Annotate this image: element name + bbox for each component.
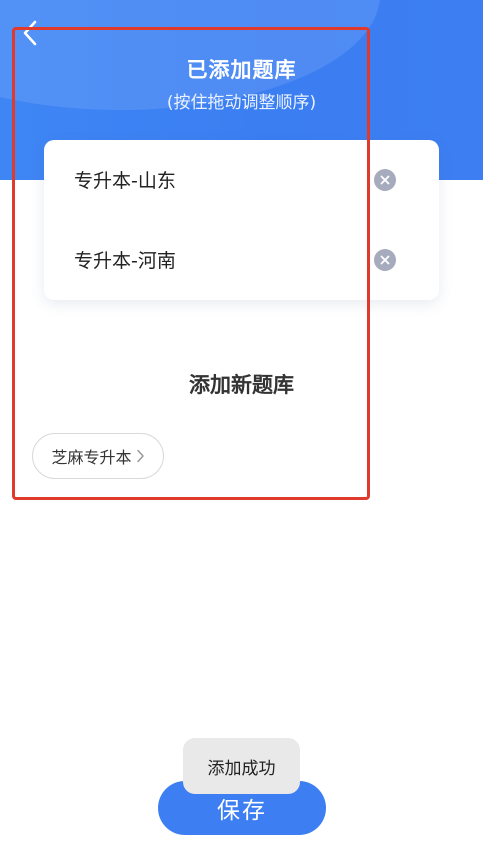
- remove-bank-button[interactable]: [374, 169, 396, 191]
- bank-name: 专升本-山东: [74, 170, 176, 192]
- added-banks-card: 专升本-山东 专升本-河南: [44, 140, 439, 300]
- chevron-left-icon: [23, 20, 37, 46]
- bank-item[interactable]: 专升本-河南: [44, 220, 439, 300]
- bank-name: 专升本-河南: [74, 250, 176, 272]
- chip-label: 芝麻专升本: [51, 448, 132, 467]
- close-circle-icon: [380, 255, 390, 265]
- add-section-title: 添加新题库: [189, 373, 294, 397]
- bank-item[interactable]: 专升本-山东: [44, 140, 439, 220]
- toast-message: 添加成功: [183, 738, 300, 794]
- close-circle-icon: [380, 175, 390, 185]
- remove-bank-button[interactable]: [374, 249, 396, 271]
- bank-chip[interactable]: 芝麻专升本: [32, 433, 164, 479]
- back-button[interactable]: [16, 18, 44, 48]
- page-subtitle: (按住拖动调整顺序): [166, 93, 317, 113]
- chevron-right-icon: [136, 449, 144, 463]
- page-title: 已添加题库: [186, 58, 297, 82]
